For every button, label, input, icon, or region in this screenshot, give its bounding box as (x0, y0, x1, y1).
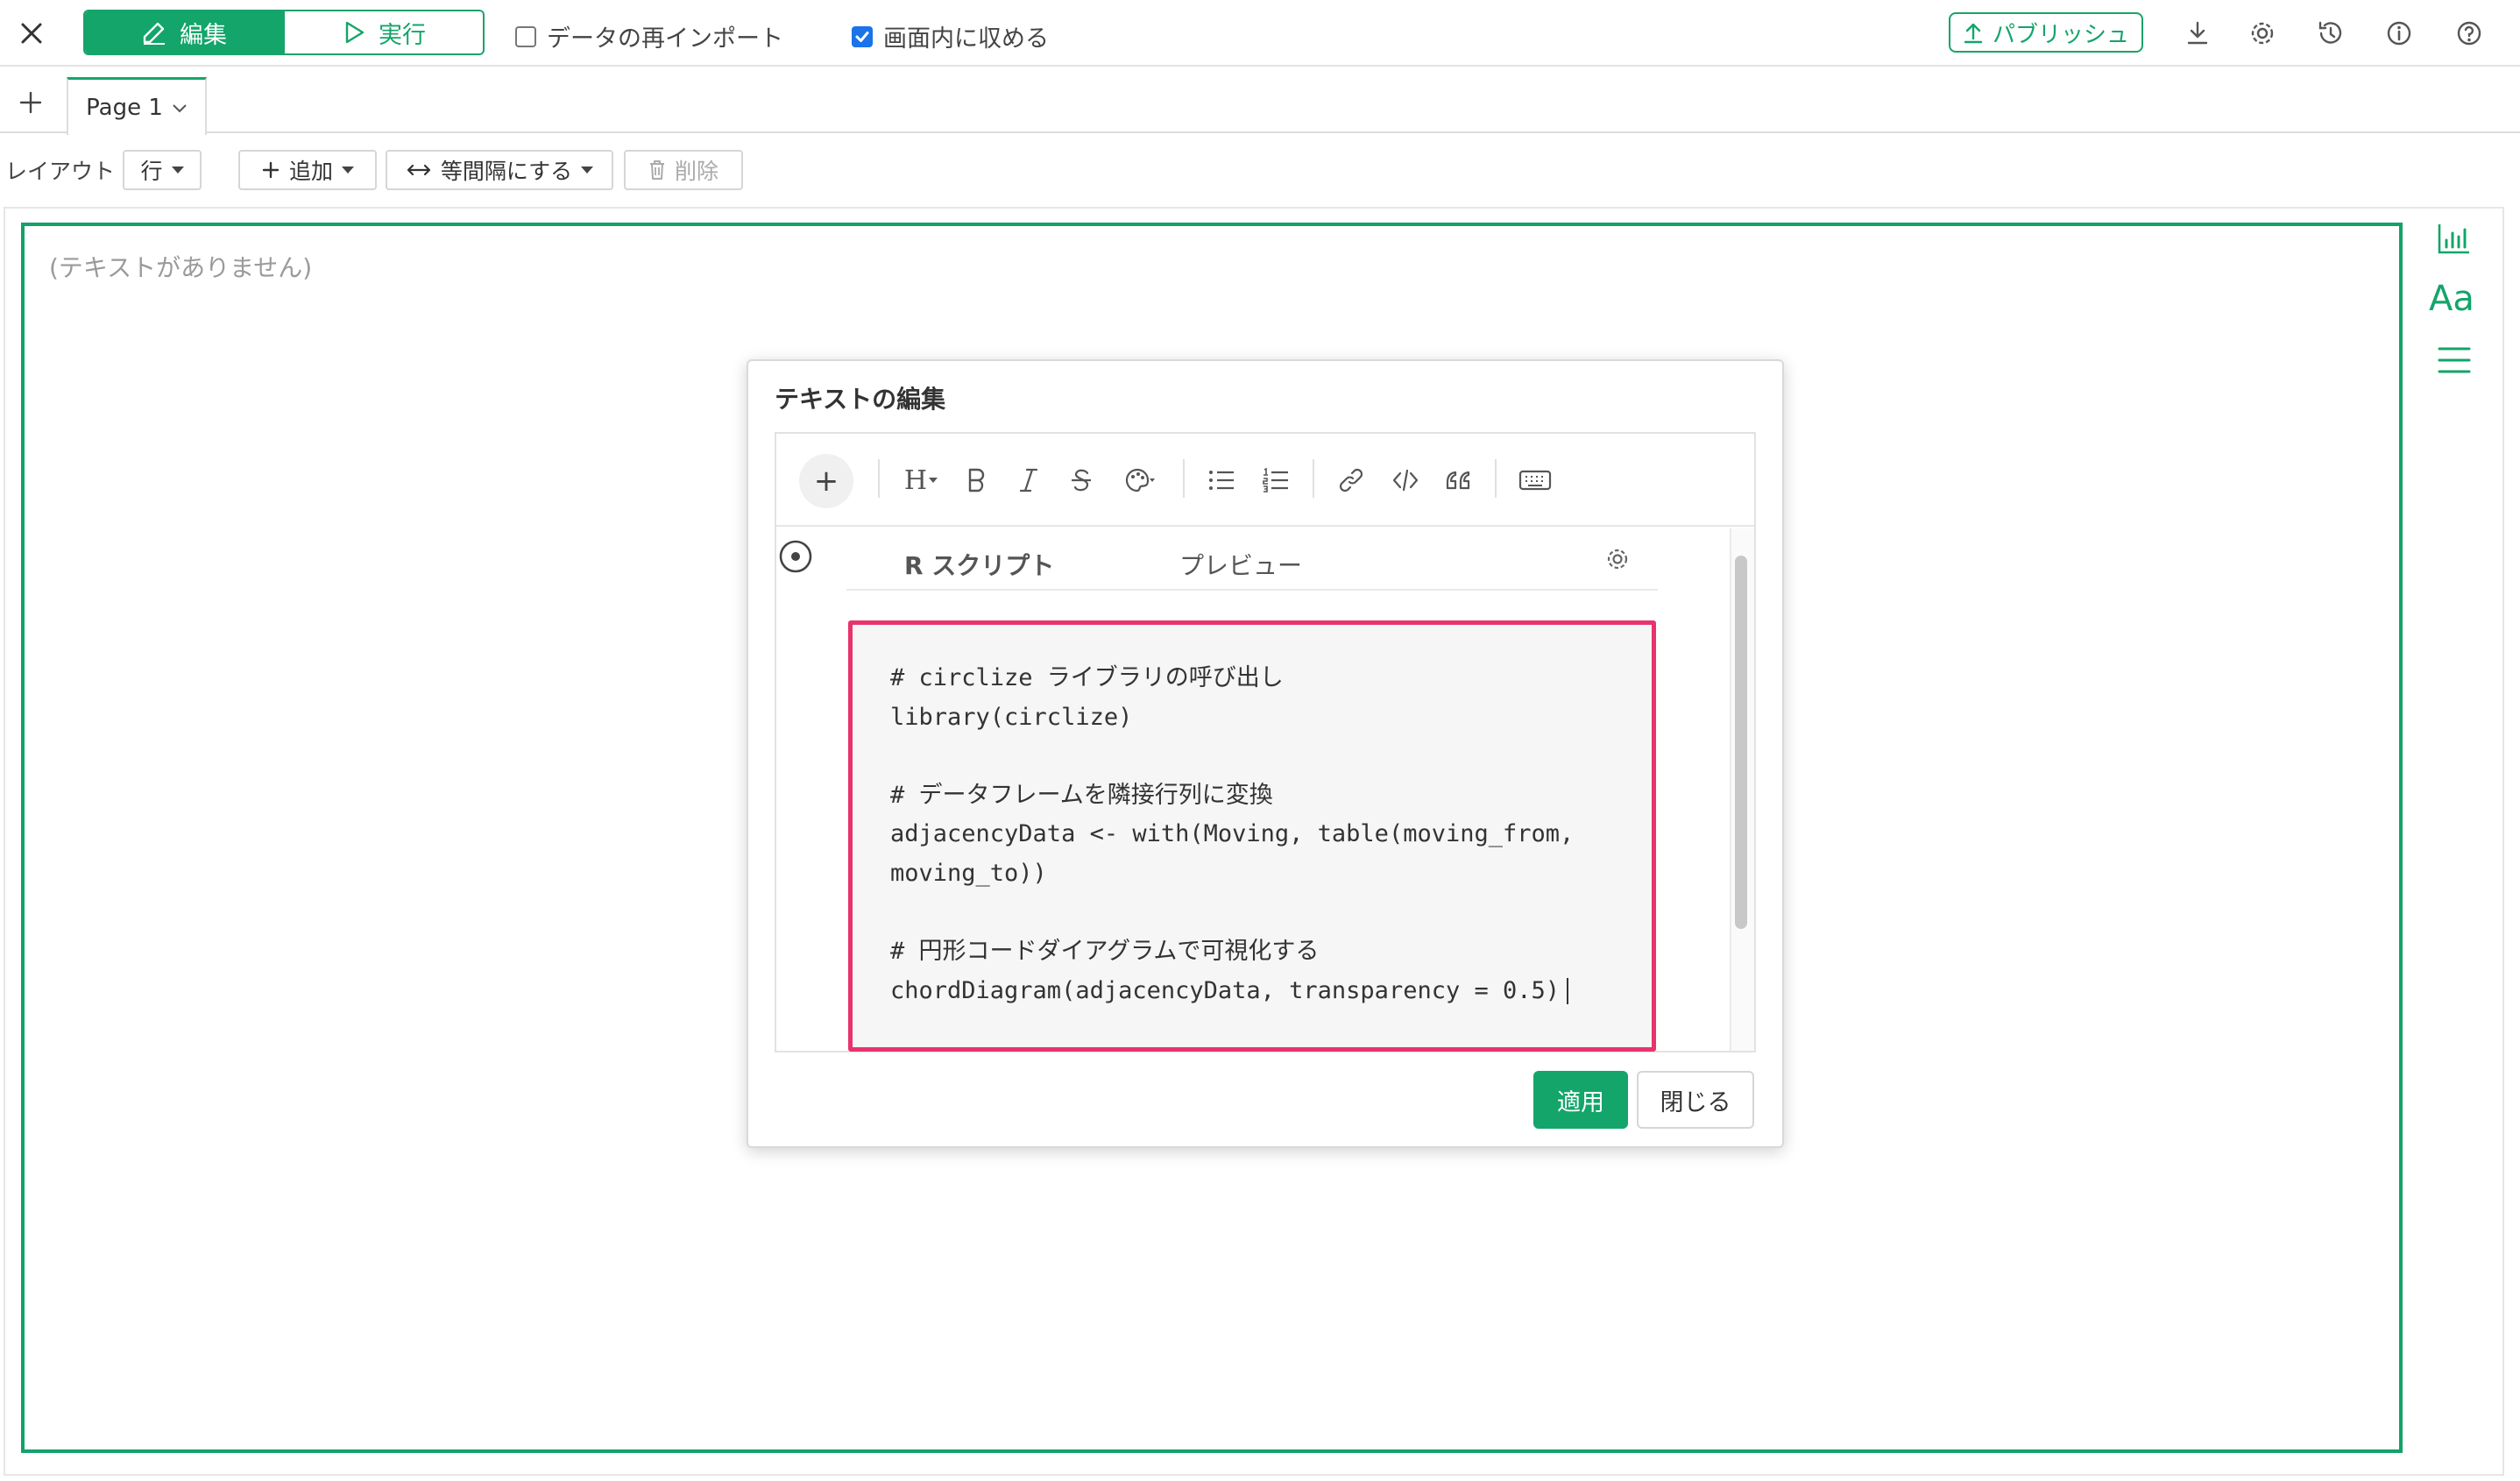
code-line: ​ (890, 737, 1653, 776)
numbered-list-icon[interactable] (1258, 463, 1293, 498)
code-line: # circlize ライブラリの呼び出し (890, 664, 1284, 691)
bullet-list-icon[interactable] (1204, 463, 1239, 498)
fit-to-screen-label: 画面内に収める (883, 25, 1049, 53)
editor-scrollbar-thumb[interactable] (1735, 556, 1747, 929)
publish-label: パブリッシュ (1992, 21, 2129, 48)
code-line: chordDiagram(adjacencyData, transparency… (890, 976, 1561, 1004)
code-line: # データフレームを隣接行列に変換 (890, 781, 1273, 809)
gear-icon[interactable] (2247, 18, 2278, 49)
page-tab-bar (0, 68, 2520, 133)
add-button[interactable]: 追加 (238, 150, 377, 190)
history-icon[interactable] (2315, 18, 2347, 49)
caret-down-icon (171, 167, 184, 174)
code-line: adjacencyData <- with(Moving, table(movi… (890, 820, 1575, 848)
edit-mode-label: 編集 (180, 21, 227, 49)
heading-label: H (903, 464, 928, 496)
chevron-down-icon (172, 102, 188, 114)
italic-icon[interactable] (1011, 463, 1046, 498)
help-icon[interactable] (2453, 18, 2485, 49)
distribute-evenly-button[interactable]: 等間隔にする (386, 150, 613, 190)
link-icon[interactable] (1334, 463, 1369, 498)
horizontal-arrows-icon (406, 161, 432, 179)
code-line: moving_to)) (890, 859, 1047, 887)
caret-down-icon (929, 478, 938, 483)
reimport-checkbox[interactable] (515, 25, 536, 47)
heading-icon[interactable]: H (899, 463, 943, 498)
r-script-code[interactable]: # circlize ライブラリの呼び出し library(circlize) ​ #… (890, 659, 1653, 1010)
edit-icon (141, 19, 167, 46)
distribute-label: 等間隔にする (440, 159, 573, 184)
reimport-data-option[interactable]: データの再インポート (515, 19, 783, 53)
layout-label: レイアウト (5, 159, 116, 184)
plus-icon (261, 160, 280, 180)
menu-icon[interactable] (2434, 340, 2474, 380)
tab-r-script[interactable]: R スクリプト (904, 547, 1054, 582)
add-page-button[interactable] (16, 88, 46, 117)
info-icon[interactable] (2383, 18, 2415, 49)
page-tab-label: Page 1 (86, 94, 163, 121)
code-line: # 円形コードダイアグラムで可視化する (890, 938, 1320, 966)
run-mode-button[interactable]: 実行 (283, 11, 483, 53)
toolbar-separator (1313, 459, 1314, 498)
download-icon[interactable] (2182, 18, 2213, 49)
upload-icon (1963, 21, 1984, 44)
delete-label: 削除 (674, 159, 718, 184)
chart-icon[interactable] (2434, 219, 2474, 259)
keyboard-icon[interactable] (1518, 463, 1553, 498)
delete-button[interactable]: 削除 (624, 150, 743, 190)
caret-down-icon (581, 167, 594, 174)
close-dialog-button[interactable]: 閉じる (1637, 1071, 1754, 1129)
bold-icon[interactable] (959, 463, 994, 498)
quote-icon[interactable] (1441, 463, 1476, 498)
tab-page-1[interactable]: Page 1 (67, 77, 207, 135)
apply-button[interactable]: 適用 (1533, 1071, 1628, 1129)
code-line-with-caret: chordDiagram(adjacencyData, transparency… (890, 972, 1653, 1011)
dialog-title: テキストの編集 (775, 385, 946, 414)
toolbar-separator (878, 459, 880, 498)
font-icon[interactable]: Aa (2429, 279, 2474, 319)
add-label: 追加 (288, 159, 333, 184)
toolbar-separator (1495, 459, 1497, 498)
palette-icon[interactable] (1116, 463, 1162, 498)
layout-row-dropdown[interactable]: 行 (123, 150, 202, 190)
code-icon[interactable] (1388, 463, 1423, 498)
edit-mode-button[interactable]: 編集 (85, 11, 283, 53)
insert-block-button[interactable]: + (799, 454, 853, 508)
play-icon (342, 20, 366, 45)
code-line: ​ (890, 894, 1653, 933)
toolbar-separator (1183, 459, 1185, 498)
tab-preview[interactable]: プレビュー (1179, 547, 1302, 582)
run-mode-label: 実行 (379, 21, 426, 49)
fit-to-screen-checkbox[interactable] (852, 25, 873, 47)
mode-toggle: 編集 実行 (83, 10, 485, 55)
fit-to-screen-option[interactable]: 画面内に収める (852, 19, 1049, 53)
caret-down-icon (342, 167, 354, 174)
block-handle-icon[interactable] (778, 539, 813, 574)
publish-button[interactable]: パブリッシュ (1949, 12, 2143, 53)
strikethrough-icon[interactable] (1064, 463, 1099, 498)
text-cursor (1567, 978, 1569, 1005)
gear-icon[interactable] (1603, 545, 1632, 573)
empty-text-placeholder: (テキストがありません) (49, 253, 313, 282)
code-line: library(circlize) (890, 703, 1133, 731)
close-icon[interactable] (16, 18, 47, 49)
reimport-label: データの再インポート (547, 25, 783, 53)
trash-icon (648, 159, 666, 181)
layout-row-label: 行 (140, 159, 163, 184)
